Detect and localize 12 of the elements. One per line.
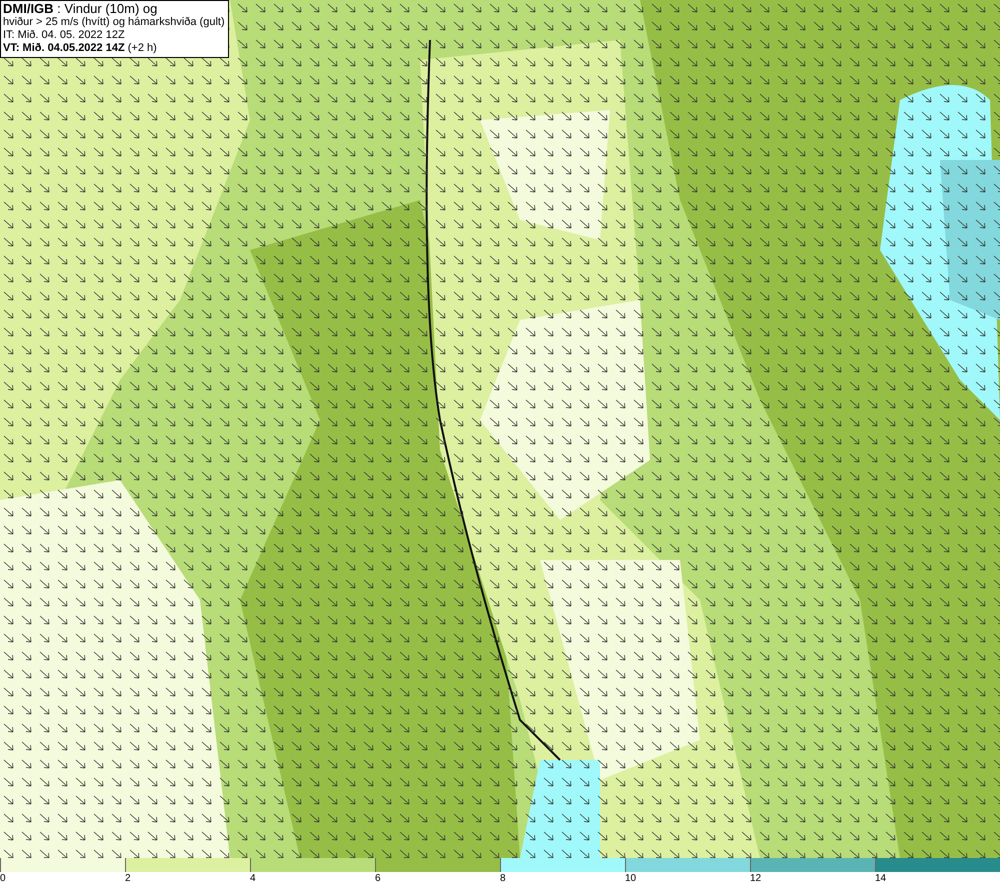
legend-label: 12 [750,872,762,886]
legend-label: 2 [125,872,131,886]
legend-label: 14 [875,872,886,886]
legend-label: 6 [375,872,381,886]
legend-label: 10 [625,872,636,886]
header-line: hviður > 25 m/s (hvítt) og hámarkshviða (gult) [3,16,225,29]
legend-label: 0 [0,872,6,886]
legend-label: 8 [500,872,506,886]
legend-label: 4 [250,872,256,886]
header-line: VT: Mið. 04.05.2022 14Z (+2 h) [3,42,158,55]
header-line: IT: Mið. 04. 05. 2022 12Z [3,29,126,42]
header-line: DMI/IGB : Vindur (10m) og [3,2,158,16]
